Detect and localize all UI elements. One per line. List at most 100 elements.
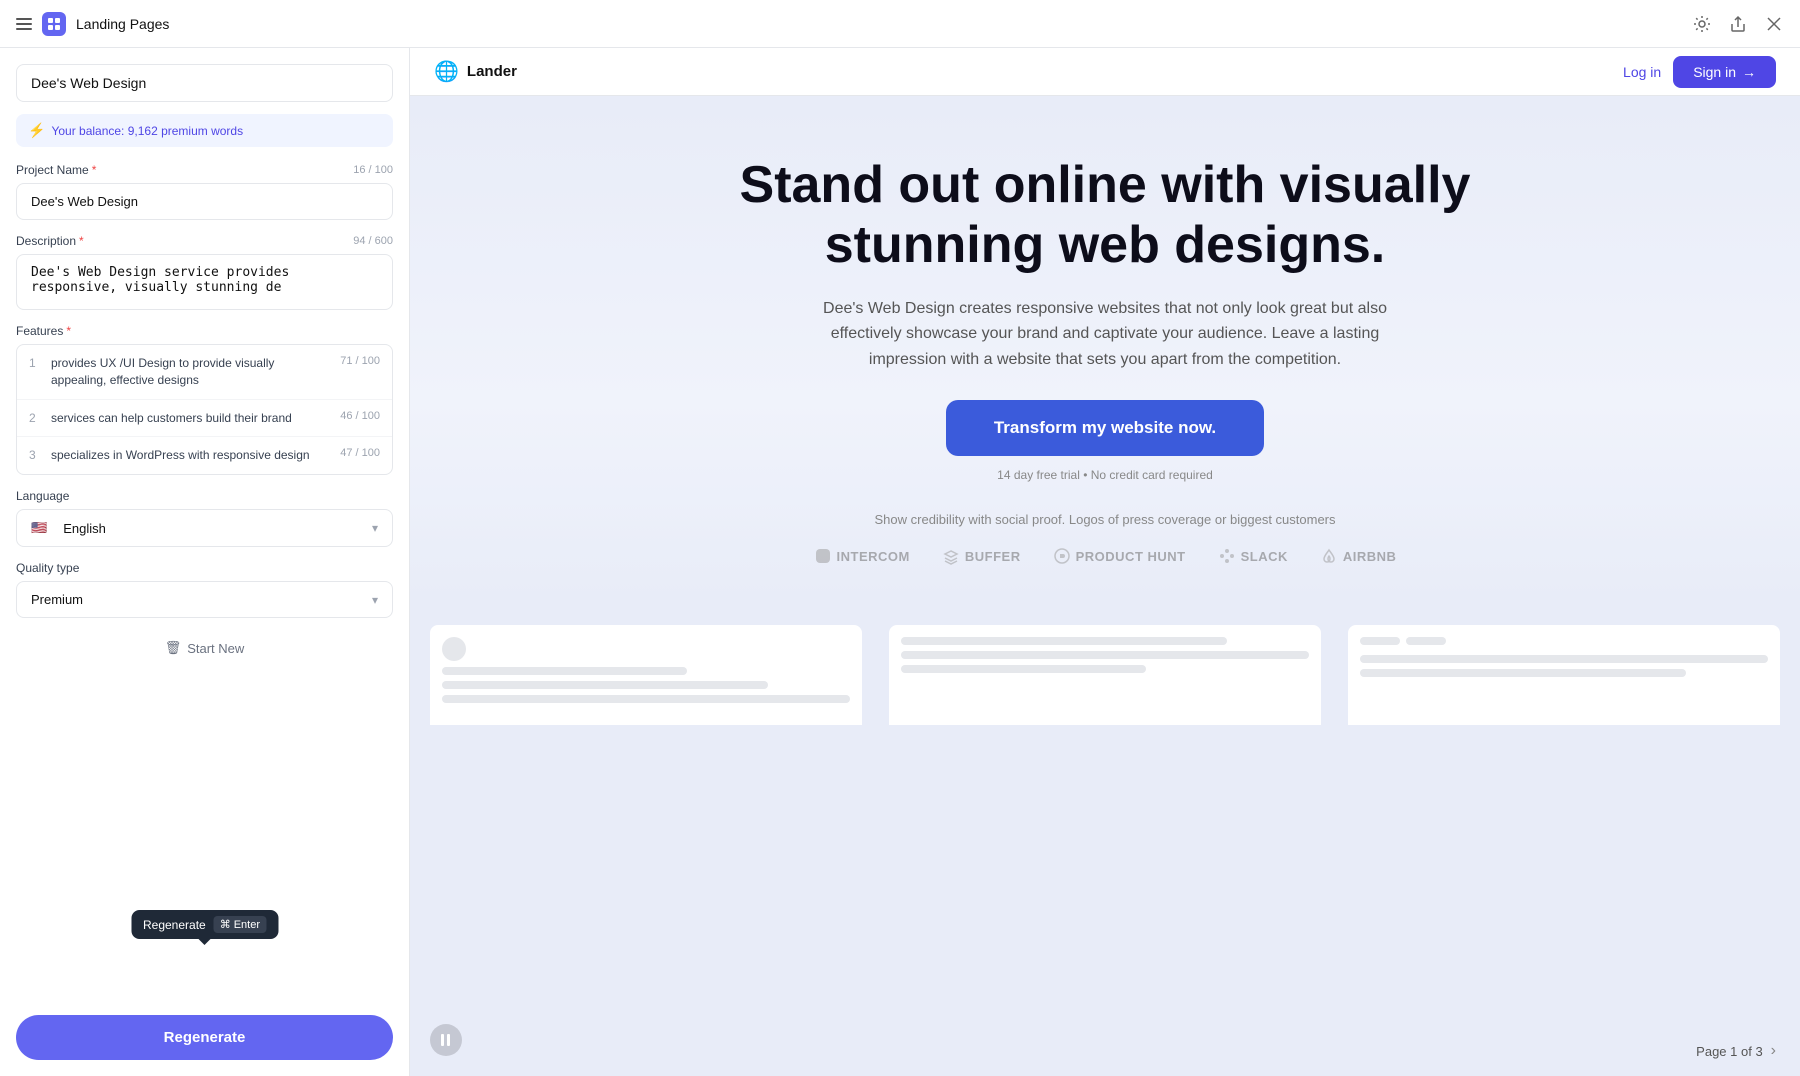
preview-brand: 🌐 Lander [434, 59, 517, 84]
main-layout: ⚡ Your balance: 9,162 premium words Proj… [0, 48, 1800, 1076]
preview-strip: Page 1 of 3 › [410, 605, 1800, 1076]
quality-type-label-row: Quality type [16, 561, 393, 575]
tooltip-shortcut: ⌘ Enter [214, 916, 266, 933]
page-current: Page 1 of 3 [1696, 1044, 1763, 1059]
preview-card-3 [1348, 625, 1780, 725]
preview-circle-1 [442, 637, 466, 661]
preview-topbar: 🌐 Lander Log in Sign in → [410, 48, 1800, 96]
right-panel: 🌐 Lander Log in Sign in → Stand out onli… [410, 48, 1800, 1076]
start-new-button[interactable]: 🗑 Start New [16, 632, 393, 664]
titlebar-left: Landing Pages [16, 12, 169, 36]
description-char-count: 94 / 600 [353, 235, 393, 247]
project-name-char-count: 16 / 100 [353, 164, 393, 176]
project-name-label-row: Project Name * 16 / 100 [16, 163, 393, 177]
logos-row: INTERCOM Buffer Product Hunt slack airbn… [530, 547, 1680, 565]
feature-count-1: 71 / 100 [340, 355, 380, 367]
features-list: 1 provides UX /UI Design to provide visu… [16, 344, 393, 475]
features-required: * [66, 324, 71, 338]
logo-producthunt: Product Hunt [1053, 547, 1186, 565]
logo-buffer: Buffer [942, 547, 1021, 565]
project-name-label: Project Name * [16, 163, 96, 177]
signin-button[interactable]: Sign in → [1673, 56, 1776, 88]
titlebar: Landing Pages [0, 0, 1800, 48]
features-label: Features * [16, 324, 71, 338]
features-label-row: Features * [16, 324, 393, 338]
tooltip-arrow [198, 939, 210, 945]
balance-bar: ⚡ Your balance: 9,162 premium words [16, 114, 393, 147]
preview-line-1c [442, 695, 850, 703]
close-button[interactable] [1764, 14, 1784, 34]
pause-button[interactable] [430, 1024, 462, 1056]
feature-count-3: 47 / 100 [340, 447, 380, 459]
hero-subtitle: Dee's Web Design creates responsive webs… [815, 296, 1395, 373]
hero-title: Stand out online with visually stunning … [695, 156, 1515, 276]
balance-icon: ⚡ [28, 122, 45, 139]
share-button[interactable] [1728, 14, 1748, 34]
preview-line-3c [1360, 669, 1686, 677]
logo-slack: slack [1218, 547, 1288, 565]
trash-icon: 🗑 [165, 640, 182, 656]
app-title: Landing Pages [76, 16, 169, 32]
balance-text: Your balance: 9,162 premium words [51, 124, 243, 138]
hero-cta-button[interactable]: Transform my website now. [946, 400, 1264, 456]
menu-icon[interactable] [16, 18, 32, 30]
preview-line-2a [901, 637, 1227, 645]
language-label-row: Language [16, 489, 393, 503]
project-header-input[interactable] [16, 64, 393, 102]
cmd-icon: ⌘ [220, 918, 231, 931]
login-link[interactable]: Log in [1623, 64, 1661, 80]
preview-line-1a [442, 667, 687, 675]
preview-line-2b [901, 651, 1309, 659]
social-proof-label: Show credibility with social proof. Logo… [530, 512, 1680, 527]
page-indicator: Page 1 of 3 › [1696, 1042, 1776, 1060]
quality-type-select[interactable]: Premium ▾ [16, 581, 393, 618]
preview-line-2c [901, 665, 1146, 673]
language-select[interactable]: 🇺🇸 English ▾ [16, 509, 393, 547]
feature-num-2: 2 [29, 411, 43, 425]
app-icon [42, 12, 66, 36]
titlebar-right [1692, 14, 1784, 34]
language-value: English [63, 521, 106, 536]
page-next-arrow[interactable]: › [1771, 1042, 1776, 1060]
features-section: Features * 1 provides UX /UI Design to p… [16, 324, 393, 475]
left-panel: ⚡ Your balance: 9,162 premium words Proj… [0, 48, 410, 1076]
signin-label: Sign in [1693, 64, 1736, 80]
feature-text-2: services can help customers build their … [51, 410, 332, 427]
hero-section: Stand out online with visually stunning … [410, 96, 1800, 605]
language-chevron-icon: ▾ [372, 521, 378, 535]
feature-item-3[interactable]: 3 specializes in WordPress with responsi… [17, 437, 392, 474]
language-flag: 🇺🇸 [31, 520, 47, 536]
hero-disclaimer: 14 day free trial • No credit card requi… [997, 468, 1213, 482]
tooltip-label: Regenerate [143, 918, 206, 932]
preview-line-3b [1360, 655, 1768, 663]
preview-line-1b [442, 681, 768, 689]
quality-type-value: Premium [31, 592, 83, 607]
logo-airbnb: airbnb [1320, 547, 1397, 565]
feature-text-3: specializes in WordPress with responsive… [51, 447, 332, 464]
start-new-label: Start New [187, 641, 244, 656]
project-name-required: * [92, 163, 97, 177]
regenerate-tooltip: Regenerate ⌘ Enter [131, 910, 278, 939]
preview-actions: Log in Sign in → [1623, 56, 1776, 88]
description-label-row: Description * 94 / 600 [16, 234, 393, 248]
logo-intercom: INTERCOM [814, 547, 910, 565]
description-textarea[interactable]: Dee's Web Design service provides respon… [16, 254, 393, 310]
feature-item-1[interactable]: 1 provides UX /UI Design to provide visu… [17, 345, 392, 400]
preview-card-2 [889, 625, 1321, 725]
feature-count-2: 46 / 100 [340, 410, 380, 422]
description-required: * [79, 234, 84, 248]
feature-num-1: 1 [29, 356, 43, 370]
globe-icon: 🌐 [434, 59, 459, 84]
project-name-input[interactable] [16, 183, 393, 220]
feature-item-2[interactable]: 2 services can help customers build thei… [17, 400, 392, 438]
feature-text-1: provides UX /UI Design to provide visual… [51, 355, 332, 389]
regenerate-button[interactable]: Regenerate [16, 1015, 393, 1060]
description-label: Description * [16, 234, 84, 248]
brand-name: Lander [467, 63, 517, 80]
enter-key: Enter [234, 919, 260, 931]
signin-arrow-icon: → [1742, 64, 1756, 80]
quality-type-chevron-icon: ▾ [372, 593, 378, 607]
preview-card-1 [430, 625, 862, 725]
feature-num-3: 3 [29, 448, 43, 462]
settings-button[interactable] [1692, 14, 1712, 34]
